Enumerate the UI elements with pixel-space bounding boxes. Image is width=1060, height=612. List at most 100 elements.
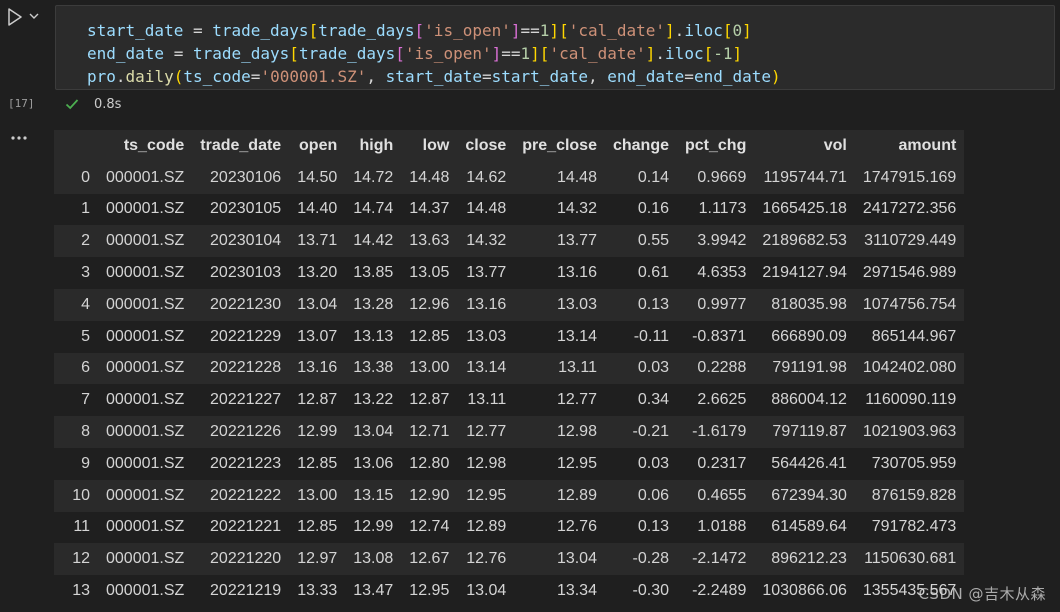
table-cell: 000001.SZ (106, 486, 185, 504)
code-token: [ (308, 21, 319, 40)
table-cell: 12.99 (297, 423, 338, 441)
table-cell: 000001.SZ (106, 327, 185, 345)
code-content[interactable]: start_date = trade_days[trade_days['is_o… (87, 19, 781, 88)
code-token: 'cal_date' (568, 21, 666, 40)
table-header-row: ts_code trade_date open high low close pre_clo… (54, 130, 965, 162)
table-cell: 13.77 (556, 232, 597, 250)
table-cell: 12.76 (556, 518, 597, 536)
column-header: open (289, 130, 346, 162)
dataframe-output: ts_code trade_date open high low close pre_clo… (54, 130, 965, 607)
table-cell: 0.55 (637, 232, 669, 250)
table-cell: 896212.23 (771, 550, 847, 568)
row-index: 0 (81, 168, 90, 186)
code-token: [ (289, 44, 299, 63)
table-cell: 13.04 (297, 295, 338, 313)
table-cell: 3110729.449 (864, 232, 957, 250)
code-token: 'cal_date' (549, 44, 646, 63)
table-cell: 12.95 (556, 454, 597, 472)
table-row: 1 000001.SZ 20230105 14.40 14.74 14.37 14.48 14… (54, 193, 965, 226)
table-cell: 2189682.53 (762, 232, 847, 250)
code-token: , (366, 67, 386, 86)
code-token: 1 (520, 44, 531, 63)
table-cell: 13.13 (353, 327, 394, 345)
table-cell: 12.98 (466, 454, 507, 472)
table-row: 6 000001.SZ 20221228 13.16 13.38 13.00 13.14 13… (54, 352, 965, 385)
table-cell: 12.90 (409, 486, 450, 504)
table-cell: 20221228 (210, 359, 282, 377)
table-cell: 000001.SZ (106, 454, 185, 472)
code-token: == (501, 44, 521, 63)
table-cell: 000001.SZ (106, 518, 185, 536)
code-token: ] (549, 21, 560, 40)
code-token: , (587, 67, 608, 86)
table-cell: 1150630.681 (864, 550, 957, 568)
table-cell: 12.87 (409, 391, 450, 409)
code-token: ] (510, 21, 521, 40)
table-cell: 2.6625 (697, 391, 747, 409)
table-cell: 666890.09 (771, 327, 847, 345)
code-token: pro (87, 67, 116, 86)
table-cell: 0.14 (637, 168, 669, 186)
table-cell: 14.48 (409, 168, 450, 186)
table-cell: 13.04 (466, 582, 507, 600)
table-cell: 20221222 (210, 486, 282, 504)
table-cell: 12.67 (409, 550, 450, 568)
table-cell: 818035.98 (771, 295, 847, 313)
table-cell: 20221220 (210, 550, 282, 568)
table-cell: 4.6353 (697, 264, 747, 282)
table-row: 2 000001.SZ 20230104 13.71 14.42 13.63 14.32 13… (54, 225, 965, 258)
table-cell: 1021903.963 (862, 423, 957, 441)
table-cell: 000001.SZ (106, 295, 185, 313)
code-token: end_date (607, 67, 685, 86)
table-cell: 14.62 (466, 168, 507, 186)
table-cell: -0.8371 (692, 327, 747, 345)
code-line: end_date = trade_days[trade_days['is_ope… (87, 42, 781, 65)
execution-count: [17] (8, 97, 35, 110)
code-token: ) (771, 67, 781, 86)
table-cell: 14.48 (556, 168, 597, 186)
table-row: 5 000001.SZ 20221229 13.07 13.13 12.85 13.03 13… (54, 320, 965, 353)
table-cell: -0.11 (633, 327, 669, 345)
output-menu-button[interactable] (8, 128, 30, 148)
row-index: 13 (72, 582, 90, 600)
table-cell: -0.28 (632, 550, 669, 568)
code-token: trade_days (212, 21, 309, 40)
table-cell: 13.08 (353, 550, 394, 568)
table-cell: 12.95 (466, 486, 507, 504)
table-row: 10 000001.SZ 20221222 13.00 13.15 12.90 12.95 1… (54, 479, 965, 512)
table-cell: 791782.473 (871, 518, 957, 536)
table-cell: 13.14 (556, 327, 597, 345)
table-cell: 13.15 (353, 486, 394, 504)
table-cell: 000001.SZ (106, 264, 185, 282)
code-token: [ (539, 44, 550, 63)
table-cell: 12.77 (556, 391, 597, 409)
table-cell: 672394.30 (771, 486, 847, 504)
column-header: change (604, 130, 677, 162)
table-cell: 20230105 (210, 200, 282, 218)
table-cell: 14.72 (353, 168, 394, 186)
execution-time: 0.8s (94, 96, 122, 112)
table-cell: 13.03 (556, 295, 597, 313)
row-index: 3 (81, 264, 90, 282)
row-index: 6 (81, 359, 90, 377)
code-token: . (115, 67, 126, 86)
table-cell: 14.42 (353, 232, 394, 250)
table-cell: 13.07 (297, 327, 338, 345)
code-token: 'is_open' (424, 21, 511, 40)
table-cell: 20230104 (210, 232, 282, 250)
code-token: end_date (693, 67, 771, 86)
table-cell: 1.0188 (697, 518, 747, 536)
table-cell: 2194127.94 (762, 264, 847, 282)
table-cell: 20230103 (210, 264, 282, 282)
code-token: daily (125, 67, 174, 86)
table-cell: 1.1173 (698, 200, 747, 218)
run-cell-button[interactable] (4, 6, 26, 28)
table-row: 11 000001.SZ 20221221 12.85 12.99 12.74 12.89 1… (54, 511, 965, 544)
run-options-button[interactable] (26, 8, 42, 24)
code-line: pro.daily(ts_code='000001.SZ', start_dat… (87, 65, 781, 88)
code-token: ] (742, 21, 752, 40)
table-cell: 14.50 (297, 168, 338, 186)
code-editor[interactable]: start_date = trade_days[trade_days['is_o… (55, 5, 1055, 90)
table-cell: 20221226 (210, 423, 282, 441)
table-cell: -2.2489 (692, 582, 747, 600)
